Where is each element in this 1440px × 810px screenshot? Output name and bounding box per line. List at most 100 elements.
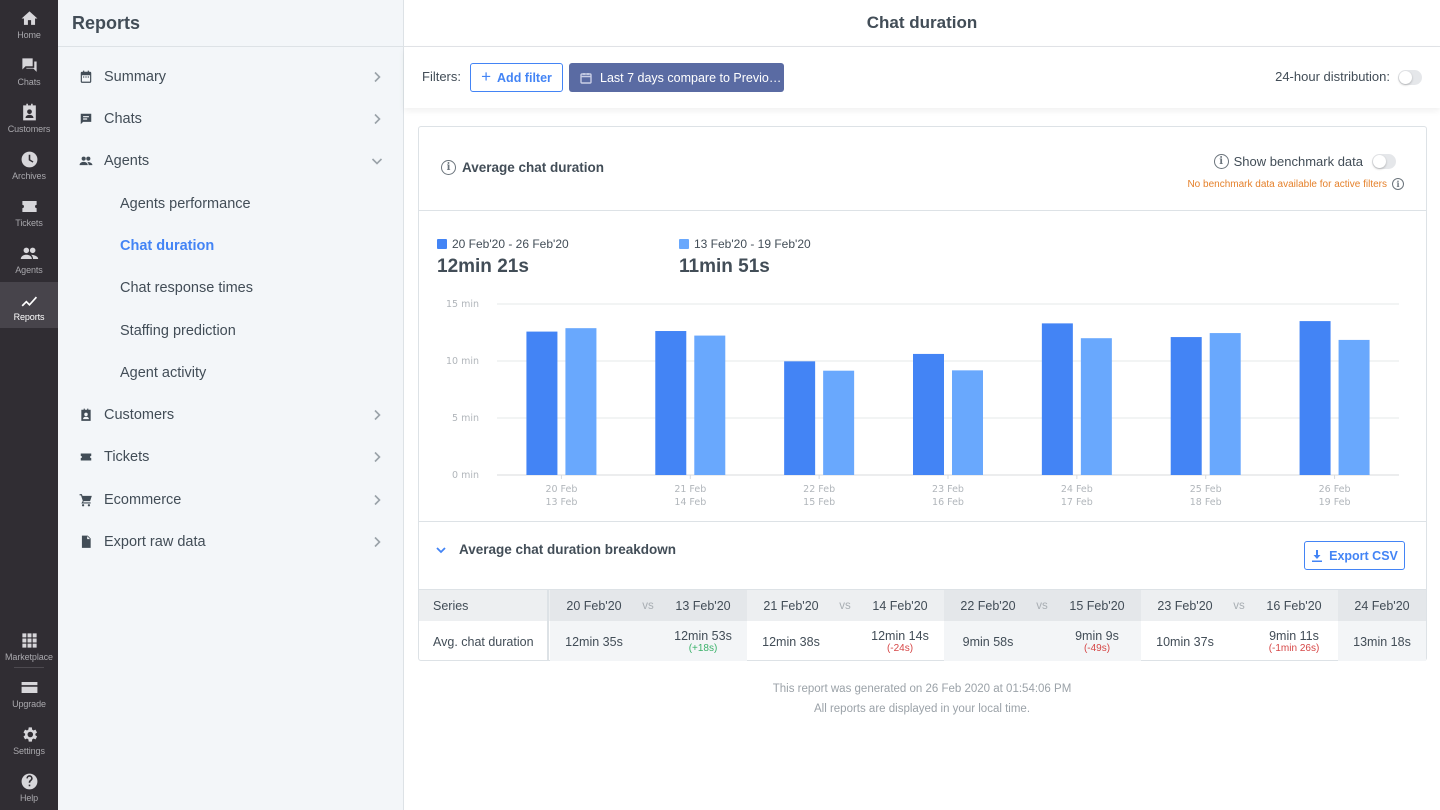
sidebar-subitem-chat-duration[interactable]: Chat duration [120,231,214,261]
info-icon[interactable]: i [441,160,456,175]
sidebar-item-ecommerce[interactable]: Ecommerce [58,482,403,518]
x-tick-label-secondary: 19 Feb [1319,497,1351,508]
date-range-label: Last 7 days compare to Previo… [600,70,782,85]
rail-label: Archives [12,171,46,181]
agents-icon [19,243,39,263]
y-tick-label: 0 min [452,470,479,481]
sidebar-item-label: Tickets [104,449,150,465]
sidebar-item-label: Chats [104,111,142,127]
bar-previous [1338,339,1370,475]
bar-current [1170,337,1202,475]
reports-sidebar: Reports Summary Chats Agents Agents perf… [58,0,404,810]
rail-item-chats[interactable]: Chats [0,47,58,93]
x-tick-label: 20 Feb [545,484,577,495]
chart-card: i Average chat duration i Show benchmark… [418,126,1427,661]
sidebar-item-export-raw-data[interactable]: Export raw data [58,524,403,560]
benchmark-toggle[interactable] [1372,154,1396,169]
rail-item-reports[interactable]: Reports [0,282,58,328]
calendar-icon [580,72,592,84]
benchmark-control: i Show benchmark data [1213,154,1396,169]
header-previous-date-text: 14 Feb'20 [872,598,928,613]
sidebar-item-tickets[interactable]: Tickets [58,439,403,475]
sidebar-item-chats[interactable]: Chats [58,101,403,137]
rail-item-tickets[interactable]: Tickets [0,188,58,234]
benchmark-note-text: No benchmark data available for active f… [1187,178,1387,190]
export-csv-button[interactable]: Export CSV [1304,541,1405,570]
benchmark-label: Show benchmark data [1233,154,1363,169]
distribution-label: 24-hour distribution: [1275,69,1390,84]
calendar-icon [78,69,94,85]
x-tick-label-secondary: 15 Feb [803,497,835,508]
value-previous-text: 12min 14s [871,629,929,643]
header-current-date-text: 20 Feb'20 [566,598,622,613]
sidebar-title: Reports [58,0,403,47]
header-vs-text: vs [642,599,654,612]
sidebar-subitem-agents-performance[interactable]: Agents performance [120,189,251,219]
rail-item-help[interactable]: Help [0,763,58,809]
sidebar-item-summary[interactable]: Summary [58,59,403,95]
breakdown-header: Average chat duration breakdown Export C… [419,521,1426,589]
sidebar-subitem-chat-response-times[interactable]: Chat response times [120,273,253,303]
value-previous-text: 9min 11s [1269,629,1319,643]
rail-label: Help [19,793,39,803]
add-filter-button[interactable]: + Add filter [470,63,563,92]
rail-label: Settings [13,746,45,756]
distribution-toggle[interactable] [1398,70,1422,85]
page-title: Chat duration [404,0,1440,47]
bar-previous [823,370,855,475]
rail-item-home[interactable]: Home [0,0,58,46]
header-vs-text: vs [1036,599,1048,612]
legend-current: 20 Feb'20 - 26 Feb'20 12min 21s [437,237,569,278]
info-icon[interactable]: i [1213,154,1229,169]
bar-previous [952,370,983,475]
date-range-button[interactable]: Last 7 days compare to Previo… [569,63,784,92]
value-delta: (+18s) [688,643,718,654]
x-tick-label-secondary: 13 Feb [545,497,577,508]
sidebar-item-customers[interactable]: Customers [58,397,403,433]
header-current-date-text: 22 Feb'20 [960,598,1016,613]
value-current: 9min 58s [944,621,1032,661]
breakdown-toggle[interactable]: Average chat duration breakdown [435,542,676,557]
sidebar-item-agents[interactable]: Agents [58,143,403,179]
bar-current [784,361,816,475]
sidebar-subitem-agent-activity[interactable]: Agent activity [120,358,206,388]
legend-label-previous: 13 Feb'20 - 19 Feb'20 [694,237,811,251]
gear-icon [19,724,39,744]
header-vs-text: vs [1233,599,1245,612]
bar-previous [694,335,726,475]
rail-item-settings[interactable]: Settings [0,716,58,762]
info-icon[interactable]: i [1392,178,1404,190]
value-current-text: 9min 58s [962,634,1014,649]
chats-icon [19,55,39,75]
benchmark-note: No benchmark data available for active f… [1187,178,1404,190]
value-previous-text: 12min 53s [674,629,732,643]
summary-value-current: 12min 21s [437,256,529,277]
bar-current [1299,321,1331,475]
rail-item-agents[interactable]: Agents [0,235,58,281]
breakdown-title: Average chat duration breakdown [459,542,677,557]
x-tick-label: 21 Feb [674,484,706,495]
value-previous: 9min 11s (-1min 26s) [1249,621,1339,661]
value-current-text: 10min 37s [1156,634,1214,649]
rail-label: Chats [17,77,41,87]
x-tick-label-secondary: 16 Feb [932,497,964,508]
x-tick-label: 26 Feb [1319,484,1351,495]
main-content: Chat duration Filters: + Add filter Last… [404,0,1440,810]
header-current-date: 23 Feb'20 [1141,590,1229,621]
rail-label: Home [17,30,41,40]
plus-icon: + [481,67,492,86]
rail-item-customers[interactable]: Customers [0,94,58,140]
header-previous-date: 13 Feb'20 [658,590,748,621]
breakdown-value-row: Avg. chat duration 12min 35s 12min 53s (+1… [419,621,1426,661]
rail-item-marketplace[interactable]: Marketplace [0,622,58,668]
rail-divider [14,667,44,668]
chart-title: i Average chat duration [441,160,604,175]
chevron-right-icon [371,409,383,421]
chevron-right-icon [371,113,383,125]
chevron-down-icon [371,155,383,167]
rail-item-archives[interactable]: Archives [0,141,58,187]
header-previous-date-text: 13 Feb'20 [675,598,731,613]
rail-item-upgrade[interactable]: Upgrade [0,669,58,715]
sidebar-subitem-staffing-prediction[interactable]: Staffing prediction [120,316,236,346]
rail-label: Upgrade [12,699,46,709]
